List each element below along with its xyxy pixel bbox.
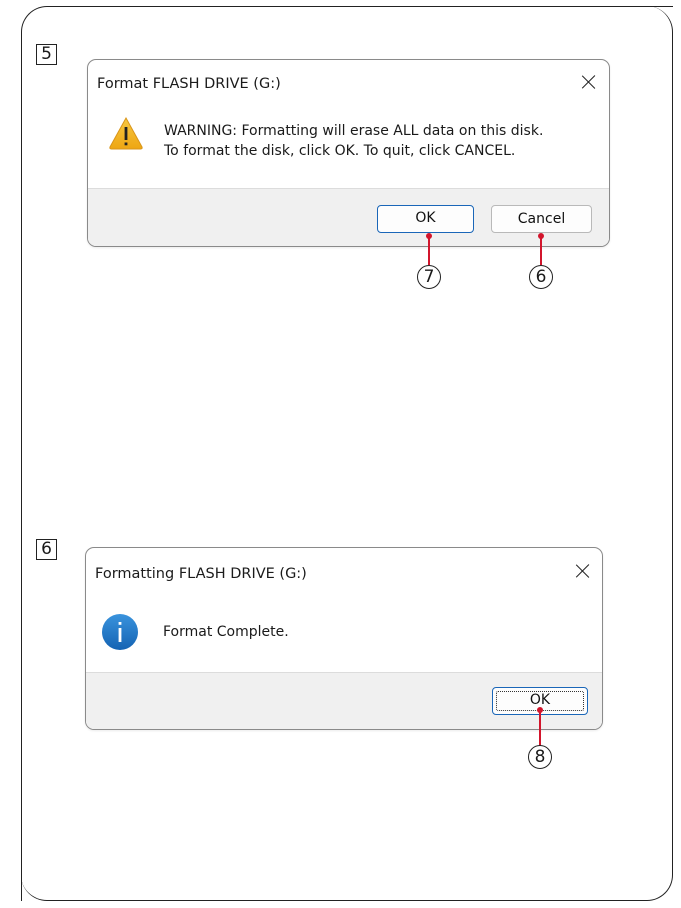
info-icon xyxy=(102,614,138,650)
format-complete-dialog: Formatting FLASH DRIVE (G:) Format Compl… xyxy=(85,547,603,730)
callout-line-7 xyxy=(428,235,430,265)
callout-line-8 xyxy=(539,709,541,746)
callout-number-7: 7 xyxy=(417,265,441,289)
step-number-5: 5 xyxy=(36,44,57,65)
close-icon[interactable] xyxy=(574,562,592,580)
step-number-6: 6 xyxy=(36,539,57,560)
ok-button[interactable]: OK xyxy=(377,205,474,233)
close-icon[interactable] xyxy=(580,73,598,91)
warning-icon xyxy=(109,116,143,150)
callout-line-6 xyxy=(540,235,542,265)
dialog-title: Format FLASH DRIVE (G:) xyxy=(97,76,281,92)
format-confirm-dialog: Format FLASH DRIVE (G:) WARNING: Formatt… xyxy=(87,59,610,247)
warning-message-line1: WARNING: Formatting will erase ALL data … xyxy=(164,123,544,139)
status-message: Format Complete. xyxy=(163,624,289,640)
cancel-button[interactable]: Cancel xyxy=(491,205,592,233)
dialog-title: Formatting FLASH DRIVE (G:) xyxy=(95,566,307,582)
callout-number-8: 8 xyxy=(528,745,552,769)
callout-number-6: 6 xyxy=(529,265,553,289)
warning-message-line2: To format the disk, click OK. To quit, c… xyxy=(164,143,516,159)
